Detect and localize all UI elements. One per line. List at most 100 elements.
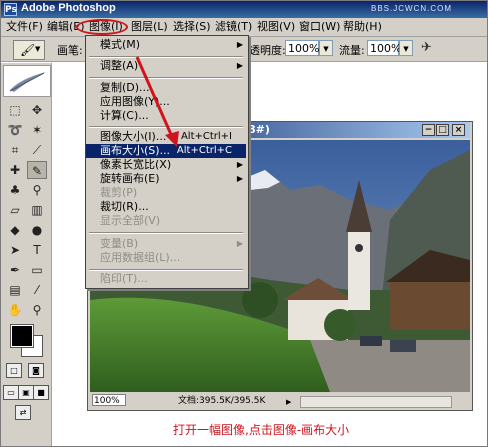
menu-item-trim[interactable]: 裁切(R)... (86, 200, 246, 214)
history-brush-icon[interactable]: ⚲ (27, 181, 47, 199)
crop-tool-icon[interactable]: ⌗ (5, 141, 25, 159)
submenu-arrow-icon: ▶ (236, 160, 243, 169)
photoshop-window: Ps Adobe Photoshop BBS.JCWCN.COM 文件(F) 编… (0, 0, 488, 447)
standard-mode-icon[interactable]: □ (6, 363, 22, 378)
magic-wand-icon[interactable]: ✶ (27, 121, 47, 139)
menu-item-reveal-all[interactable]: 显示全部(V) (86, 214, 246, 228)
menu-item-shortcut: Alt+Ctrl+I (180, 131, 232, 142)
menu-item-apply-image[interactable]: 应用图像(Y)... (86, 95, 246, 109)
brush-icon: 🖌 (20, 43, 36, 57)
type-tool-icon[interactable]: T (27, 241, 47, 259)
menu-item-label: 裁剪(P) (100, 186, 138, 199)
path-select-icon[interactable]: ➤ (5, 241, 25, 259)
notes-tool-icon[interactable]: ▤ (5, 281, 25, 299)
tool-preset-picker[interactable]: 🖌 ▼ (13, 40, 45, 60)
chevron-down-icon: ▼ (35, 45, 41, 53)
screen-mode-full-menu-icon[interactable]: ▣ (18, 385, 34, 400)
menu-view[interactable]: 视图(V) (255, 19, 297, 34)
dodge-tool-icon[interactable]: ● (27, 221, 47, 239)
document-title: 8#) (248, 123, 270, 136)
title-bar: Ps Adobe Photoshop BBS.JCWCN.COM (1, 1, 487, 18)
chevron-right-icon[interactable]: ▶ (286, 395, 296, 406)
menu-item-label: 模式(M) (100, 38, 141, 51)
opacity-label: 透明度: (249, 44, 286, 57)
menu-window[interactable]: 窗口(W) (297, 19, 342, 34)
menu-item-variables[interactable]: 变量(B) ▶ (86, 237, 246, 251)
document-status-bar: 100% 文档:395.5K/395.5K ▶ (90, 394, 470, 408)
menu-item-image-size[interactable]: 图像大小(I)... Alt+Ctrl+I (86, 130, 246, 144)
menu-item-label: 计算(C)... (100, 109, 149, 122)
menu-image-circle-annotation (76, 19, 128, 35)
submenu-arrow-icon: ▶ (236, 40, 243, 49)
menu-file[interactable]: 文件(F) (4, 19, 45, 34)
menu-filter[interactable]: 滤镜(T) (213, 19, 254, 34)
quick-mask-icon[interactable]: ◙ (28, 363, 44, 378)
menu-item-rotate-canvas[interactable]: 旋转画布(E) ▶ (86, 172, 246, 186)
marquee-tool-icon[interactable]: ⬚ (5, 101, 25, 119)
menu-item-shortcut: Alt+Ctrl+C (176, 145, 232, 156)
menu-help[interactable]: 帮助(H) (341, 19, 384, 34)
menu-item-label: 复制(D)... (100, 81, 150, 94)
foreground-color-swatch[interactable] (10, 324, 34, 348)
close-icon[interactable]: × (452, 124, 465, 136)
menu-item-label: 裁切(R)... (100, 200, 149, 213)
maximize-icon[interactable]: □ (436, 124, 449, 136)
menu-layer[interactable]: 图层(L) (129, 19, 170, 34)
toolbox: ⬚ ✥ ➰ ✶ ⌗ ⟋ ✚ ✎ ♣ ⚲ ▱ ▥ ◆ ● ➤ T ✒ ▭ ▤ ⁄ … (1, 63, 52, 446)
document-size-info[interactable]: 文档:395.5K/395.5K (178, 394, 265, 408)
menu-item-duplicate[interactable]: 复制(D)... (86, 81, 246, 95)
menu-item-mode[interactable]: 模式(M) ▶ (86, 38, 246, 52)
menu-item-trap[interactable]: 陷印(T)... (86, 272, 246, 286)
opacity-dropdown[interactable]: ▼ (319, 40, 333, 56)
menu-item-label: 像素长宽比(X) (100, 158, 172, 171)
minimize-icon[interactable]: − (422, 124, 435, 136)
eyedropper-icon[interactable]: ⁄ (27, 281, 47, 299)
watermark: BBS.JCWCN.COM (371, 4, 452, 13)
airbrush-icon[interactable]: ✈ (421, 40, 441, 58)
screen-mode-full-icon[interactable]: ■ (33, 385, 49, 400)
menu-separator (89, 232, 243, 234)
screen-mode-standard-icon[interactable]: ▭ (3, 385, 19, 400)
jump-to-imageready-icon[interactable]: ⇄ (15, 405, 31, 420)
move-tool-icon[interactable]: ✥ (27, 101, 47, 119)
lasso-tool-icon[interactable]: ➰ (5, 121, 25, 139)
eraser-tool-icon[interactable]: ▱ (5, 201, 25, 219)
flow-dropdown[interactable]: ▼ (399, 40, 413, 56)
menu-item-label: 画布大小(S)... (100, 144, 171, 157)
menu-item-label: 旋转画布(E) (100, 172, 160, 185)
shape-tool-icon[interactable]: ▭ (27, 261, 47, 279)
submenu-arrow-icon: ▶ (236, 174, 243, 183)
menu-item-canvas-size[interactable]: 画布大小(S)... Alt+Ctrl+C (86, 144, 246, 158)
healing-brush-icon[interactable]: ✚ (5, 161, 25, 179)
brush-tool-icon[interactable]: ✎ (27, 161, 47, 179)
horizontal-scrollbar[interactable] (300, 396, 452, 408)
blur-tool-icon[interactable]: ◆ (5, 221, 25, 239)
brush-label: 画笔: (57, 44, 83, 57)
flow-label: 流量: (339, 44, 365, 57)
menu-item-crop[interactable]: 裁剪(P) (86, 186, 246, 200)
opacity-field[interactable]: 100% (285, 40, 319, 56)
menu-item-label: 变量(B) (100, 237, 139, 250)
gradient-tool-icon[interactable]: ▥ (27, 201, 47, 219)
zoom-tool-icon[interactable]: ⚲ (27, 301, 47, 319)
pen-tool-icon[interactable]: ✒ (5, 261, 25, 279)
submenu-arrow-icon: ▶ (236, 239, 243, 248)
menu-item-label: 陷印(T)... (100, 272, 148, 285)
menu-item-pixel-aspect[interactable]: 像素长宽比(X) ▶ (86, 158, 246, 172)
menu-select[interactable]: 选择(S) (171, 19, 213, 34)
submenu-arrow-icon: ▶ (236, 61, 243, 70)
menu-item-label: 应用数据组(L)... (100, 251, 181, 264)
menu-separator (89, 126, 243, 128)
menu-item-apply-data-set[interactable]: 应用数据组(L)... (86, 251, 246, 265)
zoom-level-field[interactable]: 100% (92, 394, 126, 406)
menu-item-adjust[interactable]: 调整(A) ▶ (86, 59, 246, 73)
hand-tool-icon[interactable]: ✋ (5, 301, 25, 319)
clone-stamp-icon[interactable]: ♣ (5, 181, 25, 199)
menu-item-label: 应用图像(Y)... (100, 95, 170, 108)
menu-item-label: 显示全部(V) (100, 214, 161, 227)
menu-separator (89, 56, 243, 58)
flow-field[interactable]: 100% (367, 40, 401, 56)
slice-tool-icon[interactable]: ⟋ (27, 141, 47, 159)
menu-item-calculations[interactable]: 计算(C)... (86, 109, 246, 123)
image-menu-dropdown: 模式(M) ▶ 调整(A) ▶ 复制(D)... 应用图像(Y)... 计算(C).… (85, 35, 249, 289)
